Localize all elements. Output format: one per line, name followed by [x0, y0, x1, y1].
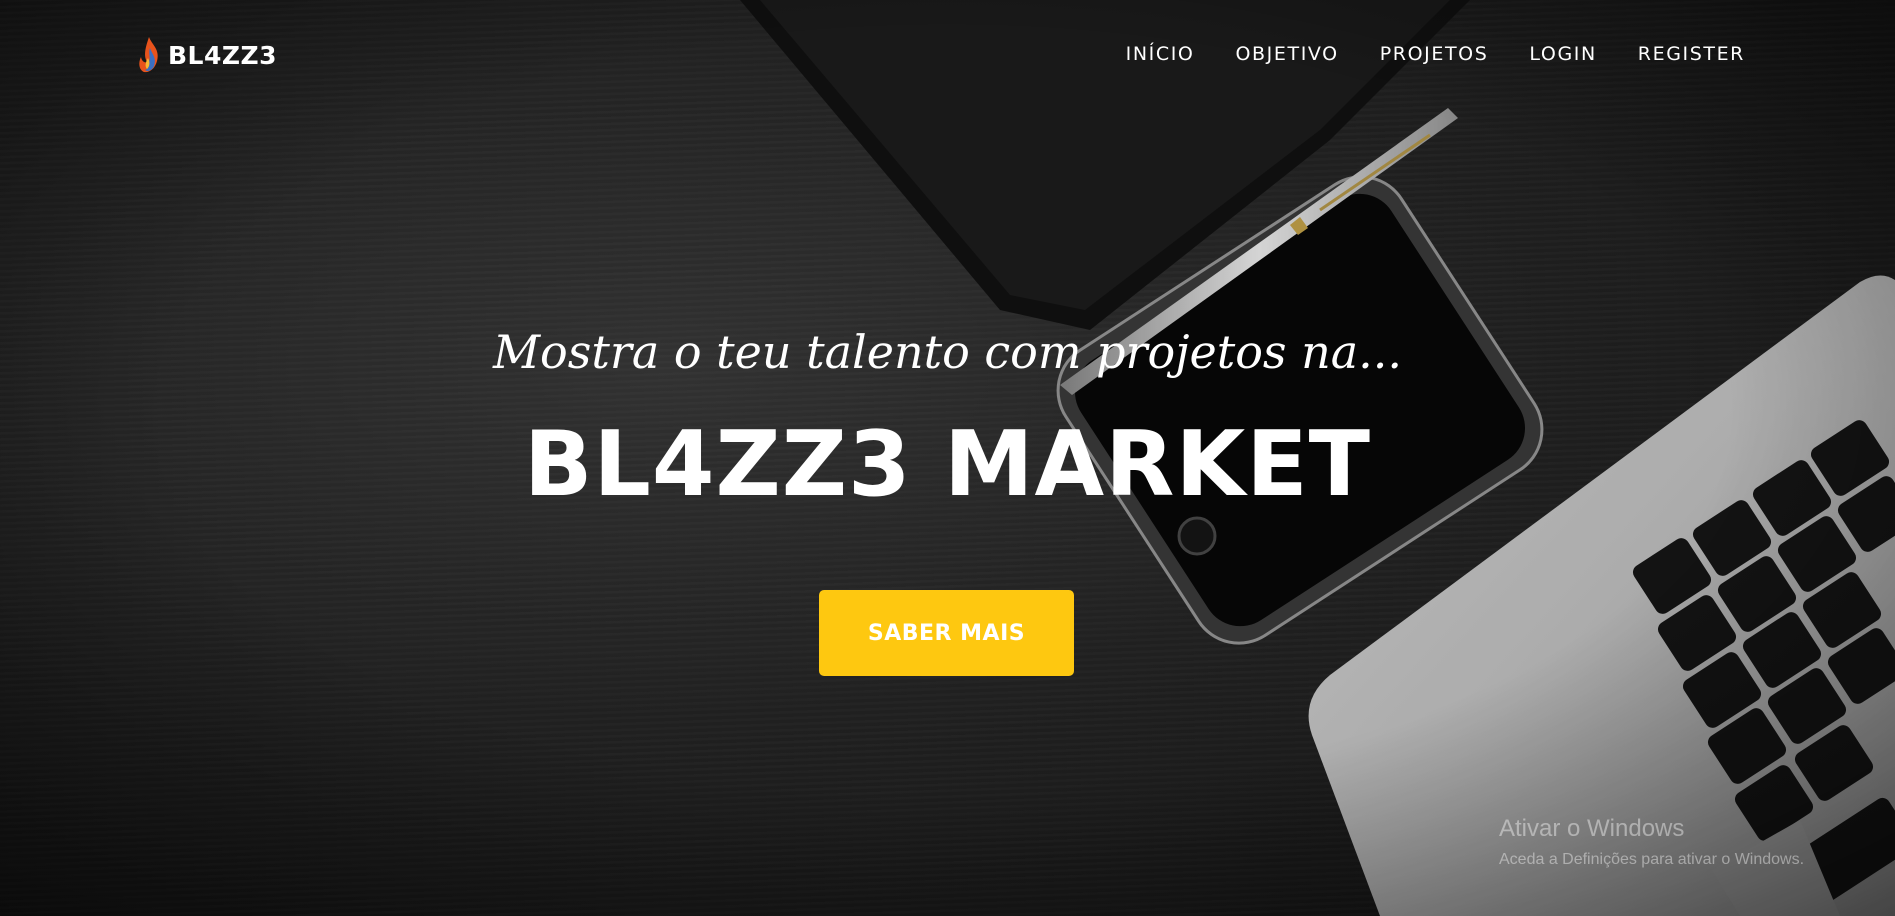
nav-menu: INÍCIO OBJETIVO PROJETOS LOGIN REGISTER — [1126, 40, 1745, 68]
nav-item-objetivo[interactable]: OBJETIVO — [1235, 40, 1338, 68]
nav-item-projetos[interactable]: PROJETOS — [1380, 40, 1489, 68]
nav-item-inicio[interactable]: INÍCIO — [1126, 40, 1195, 68]
flame-logo-icon — [139, 37, 158, 73]
saber-mais-button[interactable]: SABER MAIS — [819, 590, 1074, 676]
windows-activation-subtitle: Aceda a Definições para ativar o Windows… — [1499, 851, 1805, 868]
windows-activation-title: Ativar o Windows — [1499, 815, 1685, 842]
hero-subheading: Mostra o teu talento com projetos na... — [492, 325, 1403, 379]
main-navbar: BL4ZZ3 INÍCIO OBJETIVO PROJETOS LOGIN RE… — [0, 0, 1895, 108]
brand-logo-link[interactable]: BL4ZZ3 — [136, 36, 277, 74]
hero-heading: BL4ZZ3 MARKET — [523, 412, 1372, 517]
nav-item-register[interactable]: REGISTER — [1638, 40, 1745, 68]
brand-name: BL4ZZ3 — [168, 40, 278, 70]
windows-activation-watermark: Ativar o Windows Aceda a Definições para… — [1499, 815, 1804, 869]
hero-section: BL4ZZ3 INÍCIO OBJETIVO PROJETOS LOGIN RE… — [0, 0, 1895, 916]
nav-item-login[interactable]: LOGIN — [1529, 40, 1596, 68]
